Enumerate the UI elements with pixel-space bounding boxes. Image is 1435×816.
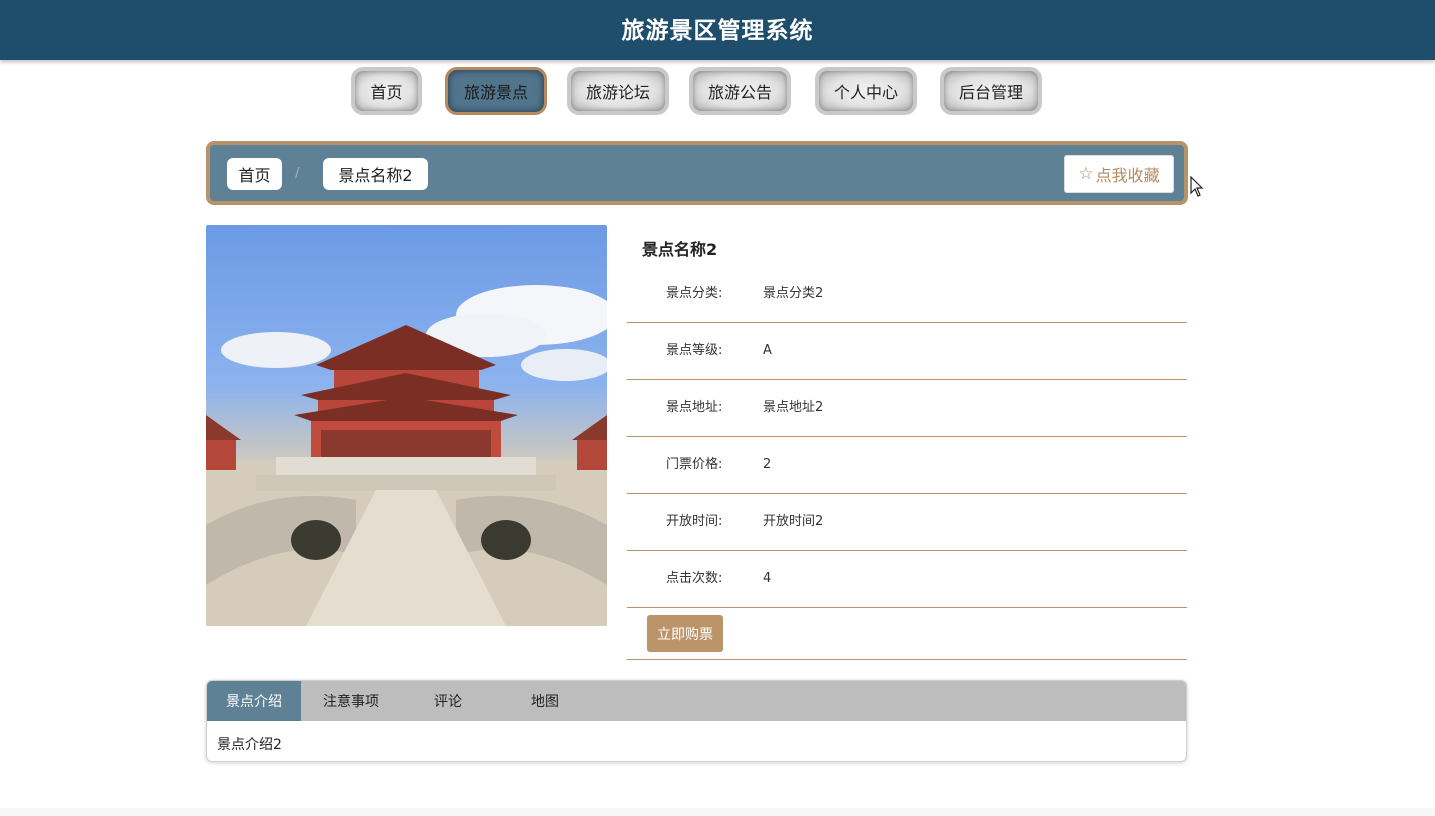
tab-content: 景点介绍2 [217, 737, 282, 753]
info-tabs: 景点介绍 注意事项 评论 地图 景点介绍2 [206, 680, 1187, 762]
detail-row-open-time: 开放时间: 开放时间2 [627, 494, 1187, 551]
breadcrumb-separator: / [295, 166, 300, 181]
nav-item-label: 旅游论坛 [585, 83, 650, 102]
page-footer-strip [0, 808, 1435, 816]
mouse-cursor-icon [1190, 175, 1204, 202]
detail-row-level: 景点等级: A [627, 323, 1187, 380]
detail-row-price: 门票价格: 2 [627, 437, 1187, 494]
attraction-title: 景点名称2 [642, 240, 718, 259]
breadcrumb-label: 景点名称2 [338, 166, 413, 185]
nav-item-label: 旅游景点 [463, 83, 528, 102]
nav-item-announcements[interactable]: 旅游公告 [689, 67, 791, 115]
nav-item-label: 后台管理 [958, 83, 1023, 102]
favorite-label: 点我收藏 [1095, 166, 1160, 185]
detail-label: 开放时间: [666, 514, 723, 529]
detail-label: 景点地址: [666, 400, 723, 415]
detail-label: 景点等级: [666, 343, 723, 358]
detail-value: 2 [763, 457, 772, 472]
main-nav: 首页 旅游景点 旅游论坛 旅游公告 个人中心 后台管理 [0, 67, 1435, 115]
breadcrumb-home-link[interactable]: 首页 [227, 158, 282, 190]
detail-value: 景点分类2 [763, 286, 824, 301]
detail-label: 门票价格: [666, 457, 723, 472]
detail-label: 点击次数: [666, 571, 723, 586]
breadcrumb-label: 首页 [238, 166, 271, 185]
detail-value: 4 [763, 571, 772, 586]
tab-bar: 景点介绍 注意事项 评论 地图 [207, 681, 1186, 721]
star-outline-icon: ☆ [1078, 164, 1094, 184]
detail-row-category: 景点分类: 景点分类2 [627, 266, 1187, 323]
site-title: 旅游景区管理系统 [621, 18, 814, 44]
buy-ticket-button[interactable]: 立即购票 [647, 615, 723, 652]
detail-row-address: 景点地址: 景点地址2 [627, 380, 1187, 437]
nav-item-user-center[interactable]: 个人中心 [815, 67, 917, 115]
breadcrumb: 首页 / 景点名称2 ☆ 点我收藏 [206, 141, 1188, 205]
detail-label: 景点分类: [666, 286, 723, 301]
detail-value: 景点地址2 [763, 400, 824, 415]
buy-row: 立即购票 [627, 608, 1187, 660]
nav-item-home[interactable]: 首页 [351, 67, 422, 115]
favorite-button[interactable]: ☆ 点我收藏 [1064, 155, 1174, 193]
nav-item-label: 个人中心 [833, 83, 898, 102]
tab-map[interactable]: 地图 [498, 681, 592, 721]
detail-value: A [763, 343, 772, 358]
attraction-photo [206, 225, 607, 626]
nav-item-attractions[interactable]: 旅游景点 [445, 67, 547, 115]
nav-item-admin[interactable]: 后台管理 [940, 67, 1042, 115]
nav-item-label: 首页 [370, 83, 403, 102]
tab-notes[interactable]: 注意事项 [304, 681, 398, 721]
detail-row-clicks: 点击次数: 4 [627, 551, 1187, 608]
breadcrumb-current: 景点名称2 [323, 158, 428, 190]
tab-introduction[interactable]: 景点介绍 [207, 681, 301, 721]
detail-value: 开放时间2 [763, 514, 824, 529]
top-header: 旅游景区管理系统 [0, 0, 1435, 60]
nav-item-label: 旅游公告 [707, 83, 772, 102]
tab-comments[interactable]: 评论 [401, 681, 495, 721]
nav-item-forum[interactable]: 旅游论坛 [567, 67, 669, 115]
